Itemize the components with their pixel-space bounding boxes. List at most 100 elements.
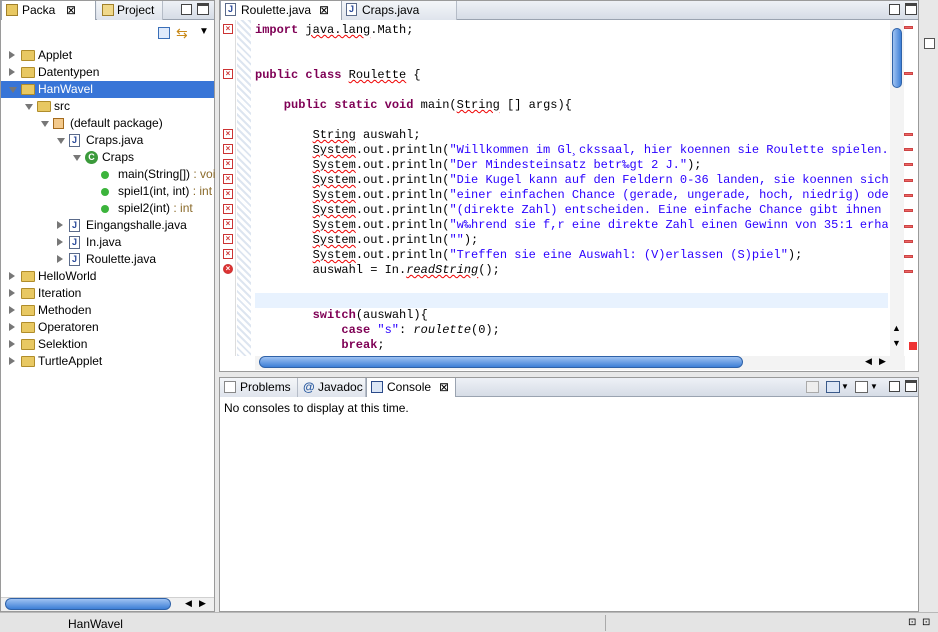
vscroll-thumb[interactable]: [892, 28, 902, 88]
error-marker-icon[interactable]: ×: [223, 174, 233, 184]
code-line[interactable]: import java.lang.Math;: [255, 23, 413, 38]
code-line[interactable]: String auswahl;: [313, 128, 421, 143]
error-marker-icon[interactable]: ×: [223, 219, 233, 229]
code-line[interactable]: switch(auswahl){: [313, 308, 428, 323]
tree-item[interactable]: Iteration: [1, 285, 214, 302]
tree-item[interactable]: C Craps: [1, 149, 214, 166]
error-marker-icon[interactable]: ×: [223, 129, 233, 139]
error-summary-icon[interactable]: [909, 342, 917, 350]
tree-item[interactable]: J Roulette.java: [1, 251, 214, 268]
tab-console[interactable]: Console ⊠: [366, 378, 456, 397]
collapsed-twistie-icon[interactable]: [9, 272, 15, 280]
overview-error-mark[interactable]: [904, 270, 913, 274]
overview-error-mark[interactable]: [904, 163, 913, 167]
tab-roulette-java[interactable]: J Roulette.java ⊠: [220, 1, 342, 20]
close-icon[interactable]: ⊠: [66, 1, 76, 19]
scroll-right-icon[interactable]: ▶: [199, 598, 206, 609]
scroll-down-icon[interactable]: ▼: [892, 338, 901, 348]
view-menu-icon[interactable]: ▼: [199, 26, 209, 37]
chevron-down-icon[interactable]: ▼: [841, 382, 849, 391]
code-line[interactable]: System.out.println("Willkommen im Gl¸cks…: [313, 143, 888, 158]
tree-item[interactable]: (default package): [1, 115, 214, 132]
expanded-twistie-icon[interactable]: [9, 87, 17, 93]
progress-icon[interactable]: ⊡: [922, 617, 930, 628]
tree-item[interactable]: Methoden: [1, 302, 214, 319]
tab-project-explorer[interactable]: Project: [97, 1, 163, 20]
tree-item[interactable]: TurtleApplet: [1, 353, 214, 370]
error-marker-icon[interactable]: ×: [223, 159, 233, 169]
tree-item[interactable]: J Eingangshalle.java: [1, 217, 214, 234]
overview-error-mark[interactable]: [904, 194, 913, 197]
maximize-icon[interactable]: [905, 3, 917, 15]
collapsed-twistie-icon[interactable]: [57, 221, 63, 229]
editor-vscrollbar[interactable]: ▲ ▼: [890, 20, 904, 356]
collapsed-twistie-icon[interactable]: [57, 255, 63, 263]
overview-error-mark[interactable]: [904, 178, 913, 182]
code-line[interactable]: case "s": roulette(0);: [341, 323, 499, 338]
open-console-icon[interactable]: [855, 381, 868, 393]
error-marker-icon[interactable]: ×: [223, 189, 233, 199]
code-line[interactable]: System.out.println("Der Mindesteinsatz b…: [313, 158, 702, 173]
overview-error-mark[interactable]: [904, 26, 913, 29]
scroll-left-icon[interactable]: ◀: [865, 356, 872, 367]
hscroll-thumb[interactable]: [259, 356, 743, 368]
tree-item[interactable]: Selektion: [1, 336, 214, 353]
close-icon[interactable]: ⊠: [319, 1, 329, 19]
code-line[interactable]: break;: [341, 338, 384, 353]
collapsed-twistie-icon[interactable]: [9, 306, 15, 314]
expanded-twistie-icon[interactable]: [73, 155, 81, 161]
tab-package-explorer[interactable]: Packa ⊠: [1, 1, 96, 20]
overview-error-mark[interactable]: [904, 148, 913, 152]
hscroll-thumb[interactable]: [5, 598, 171, 610]
error-marker-icon[interactable]: ×: [223, 69, 233, 79]
code-line[interactable]: public static void main(String [] args){: [284, 98, 572, 113]
tree-item[interactable]: src: [1, 98, 214, 115]
tab-problems[interactable]: Problems: [220, 378, 298, 397]
package-explorer-hscrollbar[interactable]: ◀ ▶: [1, 597, 214, 611]
expanded-twistie-icon[interactable]: [25, 104, 33, 110]
code-line[interactable]: public class Roulette {: [255, 68, 421, 83]
error-marker-icon[interactable]: ×: [223, 249, 233, 259]
link-with-editor-icon[interactable]: ⇆: [176, 25, 188, 42]
overview-error-mark[interactable]: [904, 255, 913, 259]
chevron-down-icon[interactable]: ▼: [870, 382, 878, 391]
overview-error-mark[interactable]: [904, 71, 913, 75]
overview-error-mark[interactable]: [904, 132, 913, 136]
collapsed-twistie-icon[interactable]: [9, 289, 15, 297]
collapsed-twistie-icon[interactable]: [9, 51, 15, 59]
display-console-icon[interactable]: [826, 381, 840, 393]
close-icon[interactable]: ⊠: [439, 378, 449, 396]
overview-error-mark[interactable]: [904, 239, 913, 243]
collapsed-twistie-icon[interactable]: [9, 68, 15, 76]
error-marker-icon[interactable]: ×: [223, 234, 233, 244]
code-line[interactable]: System.out.println("w‰hrend sie f,r eine…: [313, 218, 888, 233]
tree-item[interactable]: J In.java: [1, 234, 214, 251]
code-line[interactable]: System.out.println("Treffen sie eine Aus…: [313, 248, 803, 263]
tab-craps-java[interactable]: J Craps.java: [342, 1, 457, 20]
tree-item[interactable]: main(String[]) : voi: [1, 166, 215, 183]
minimize-icon[interactable]: [889, 381, 900, 392]
code-area[interactable]: import java.lang.Math; public class Roule…: [255, 20, 888, 356]
error-marker-icon[interactable]: ×: [223, 144, 233, 154]
overview-error-mark[interactable]: [904, 224, 913, 228]
tree-item[interactable]: Datentypen: [1, 64, 214, 81]
fast-view-icon[interactable]: ⊡: [908, 617, 916, 628]
collapse-all-icon[interactable]: [158, 27, 170, 39]
tree-item[interactable]: HanWavel: [1, 81, 214, 98]
overview-error-mark[interactable]: [904, 209, 913, 213]
tree-item[interactable]: HelloWorld: [1, 268, 214, 285]
scroll-right-icon[interactable]: ▶: [879, 356, 886, 367]
expanded-twistie-icon[interactable]: [57, 138, 65, 144]
code-line[interactable]: System.out.println("(direkte Zahl) entsc…: [313, 203, 888, 218]
code-line[interactable]: System.out.println("");: [313, 233, 479, 248]
error-marker-icon[interactable]: ×: [223, 204, 233, 214]
tree-item[interactable]: Operatoren: [1, 319, 214, 336]
error-marker-icon[interactable]: ×: [223, 264, 233, 274]
tree-item[interactable]: J Craps.java: [1, 132, 214, 149]
expanded-twistie-icon[interactable]: [41, 121, 49, 127]
collapsed-twistie-icon[interactable]: [57, 238, 63, 246]
pin-console-icon[interactable]: [806, 381, 819, 393]
code-line[interactable]: System.out.println("einer einfachen Chan…: [313, 188, 888, 203]
tree-item[interactable]: spiel1(int, int) : int: [1, 183, 214, 200]
code-line[interactable]: auswahl = In.readString();: [313, 263, 500, 278]
